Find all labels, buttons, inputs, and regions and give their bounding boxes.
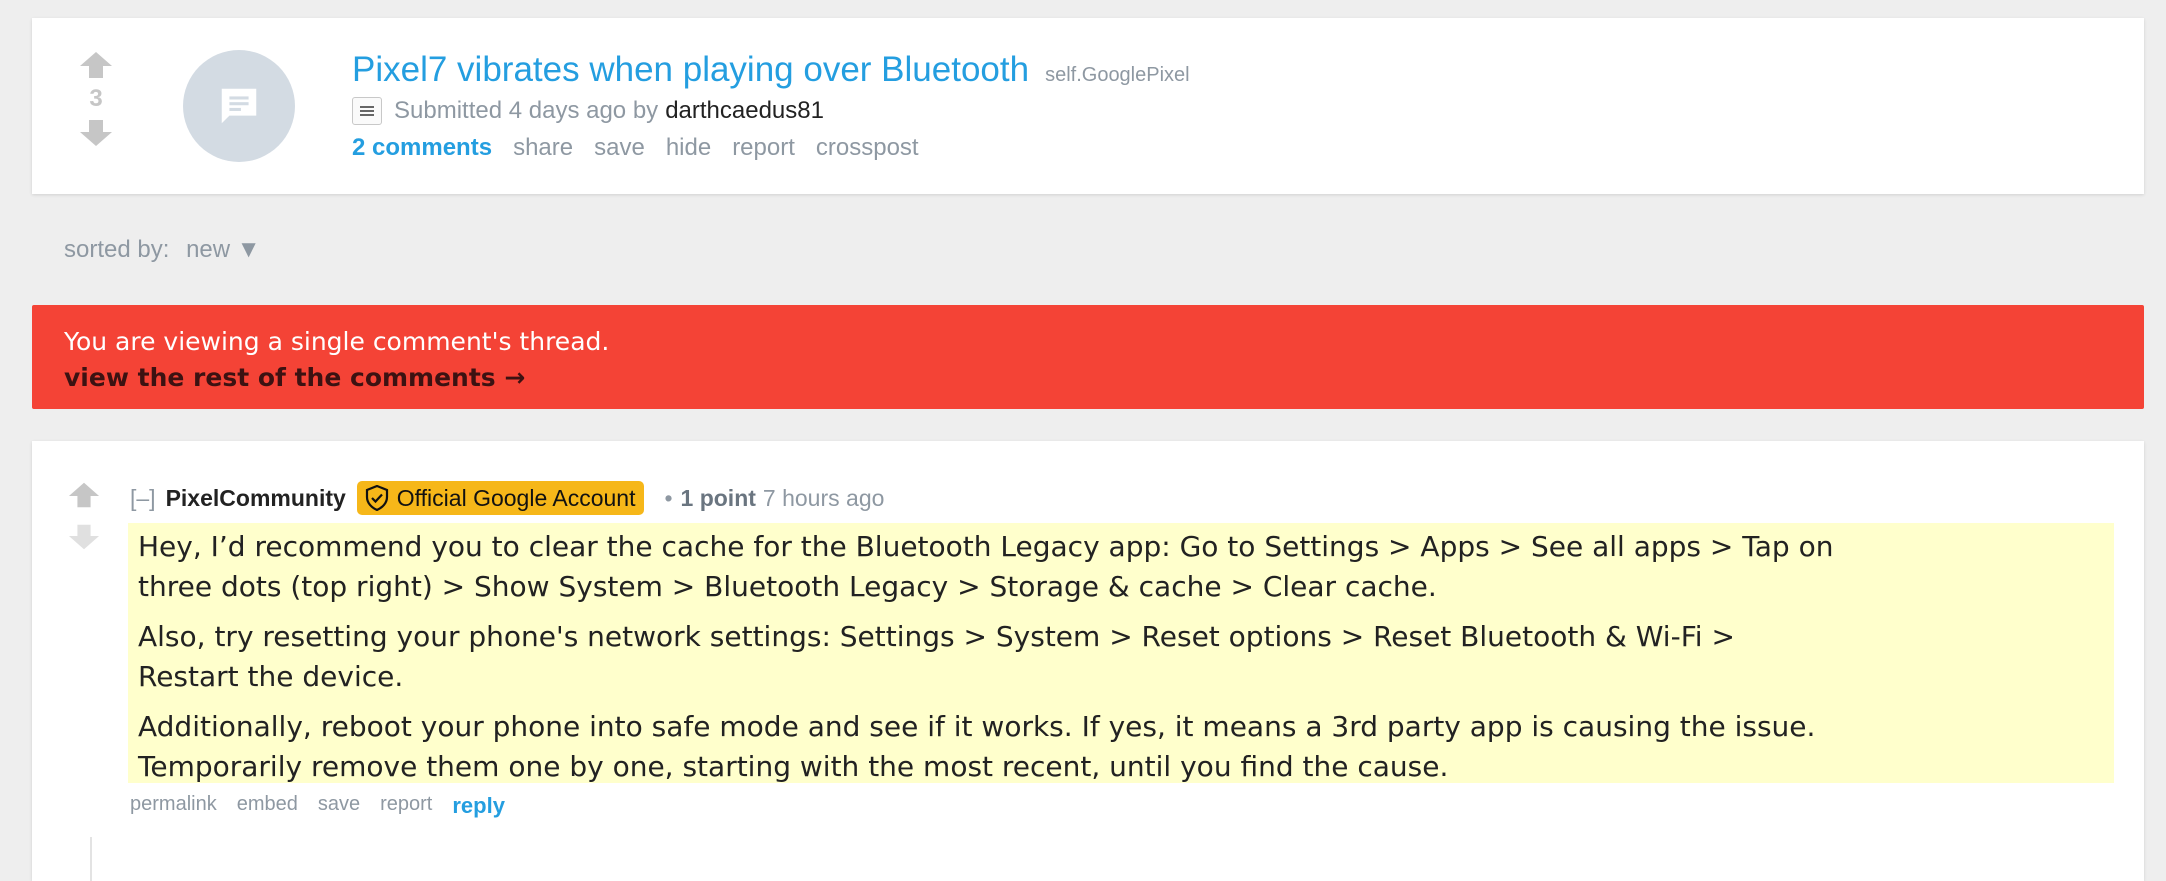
comment-report-link[interactable]: report: [380, 793, 432, 819]
lines-icon: [360, 106, 374, 116]
submitted-prefix: Submitted: [394, 97, 503, 124]
hide-link[interactable]: hide: [666, 134, 711, 162]
comment-panel: [–] PixelCommunity Official Google Accou…: [32, 441, 2144, 881]
sort-label: sorted by:: [64, 236, 170, 263]
chat-bubble-icon: [221, 88, 257, 124]
post-title-row: Pixel7 vibrates when playing over Blueto…: [352, 48, 1190, 92]
comments-link[interactable]: 2 comments: [352, 134, 492, 162]
comment-downvote-arrow-icon[interactable]: [68, 523, 100, 551]
share-link[interactable]: share: [513, 134, 573, 162]
post-panel: 3 Pixel7 vibrates when playing over Blue…: [32, 18, 2144, 194]
comment-paragraph: Hey, I’d recommend you to clear the cach…: [138, 530, 1834, 603]
comment-time: 7 hours ago: [762, 484, 885, 511]
collapse-toggle[interactable]: [–]: [130, 485, 156, 512]
comment-paragraph: Also, try resetting your phone's network…: [138, 620, 1735, 693]
reply-link[interactable]: reply: [452, 793, 505, 819]
post-submitted-line: Submitted 4 days ago by darthcaedus81: [352, 94, 1190, 128]
upvote-arrow-icon[interactable]: [79, 51, 113, 79]
single-thread-banner: You are viewing a single comment's threa…: [32, 305, 2144, 409]
sort-bar: sorted by: new ▼: [64, 236, 261, 264]
child-thread-line[interactable]: [90, 837, 92, 881]
comment-author-link[interactable]: PixelCommunity: [166, 485, 346, 512]
comment-actions: permalink embed save report reply: [130, 793, 525, 819]
post-score: 3: [89, 85, 103, 112]
sort-dropdown[interactable]: new ▼: [186, 236, 260, 263]
view-rest-comments-link[interactable]: view the rest of the comments →: [64, 360, 2144, 396]
comment-upvote-arrow-icon[interactable]: [68, 481, 100, 509]
post-author-link[interactable]: darthcaedus81: [665, 97, 824, 125]
embed-link[interactable]: embed: [237, 793, 298, 819]
comment-save-link[interactable]: save: [318, 793, 360, 819]
post-vote-column: 3: [66, 51, 126, 147]
comment-body: Hey, I’d recommend you to clear the cach…: [128, 523, 2114, 783]
comment-vote-column: [54, 481, 114, 551]
by-label: by: [632, 97, 659, 124]
comment-header: [–] PixelCommunity Official Google Accou…: [130, 481, 884, 515]
crosspost-link[interactable]: crosspost: [816, 134, 919, 162]
post-actions: 2 comments share save hide report crossp…: [352, 134, 1190, 162]
banner-notice: You are viewing a single comment's threa…: [64, 327, 610, 356]
save-link[interactable]: save: [594, 134, 645, 162]
comment-paragraph: Additionally, reboot your phone into saf…: [138, 710, 1816, 783]
post-info: Pixel7 vibrates when playing over Blueto…: [352, 48, 1190, 162]
shield-check-icon: [365, 485, 388, 511]
comment-points: 1 point: [680, 484, 756, 511]
post-domain[interactable]: self.GooglePixel: [1045, 64, 1190, 87]
submitted-time: 4 days ago: [508, 97, 627, 124]
expand-selftext-button[interactable]: [352, 97, 382, 125]
post-title-link[interactable]: Pixel7 vibrates when playing over Blueto…: [352, 48, 1029, 92]
downvote-arrow-icon[interactable]: [79, 119, 113, 147]
bullet-separator: •: [664, 484, 673, 511]
permalink-link[interactable]: permalink: [130, 793, 217, 819]
report-link[interactable]: report: [732, 134, 795, 162]
post-thumbnail[interactable]: [183, 50, 295, 162]
flair-text: Official Google Account: [396, 484, 636, 511]
author-flair: Official Google Account: [356, 481, 645, 515]
